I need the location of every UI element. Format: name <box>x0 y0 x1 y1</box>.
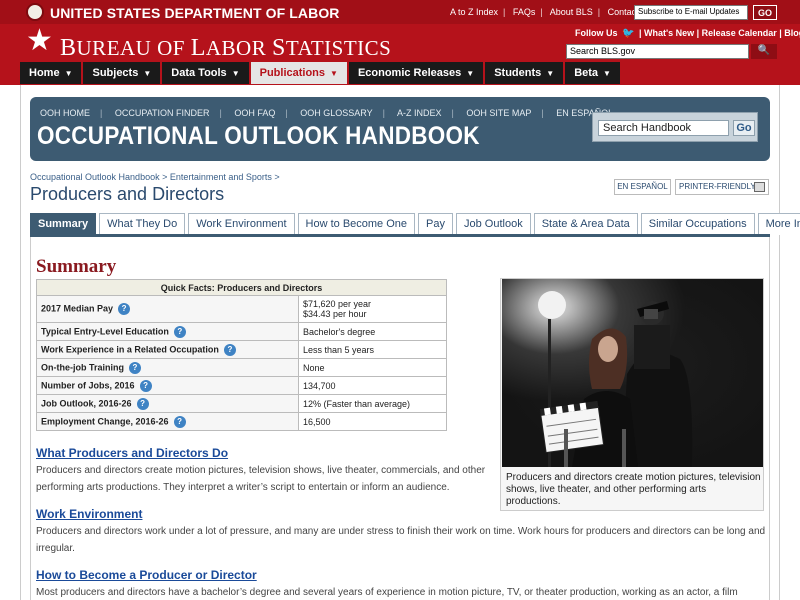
ooh-glossary-link[interactable]: OOH GLOSSARY <box>300 108 372 118</box>
table-row: Number of Jobs, 2016? 134,700 <box>36 376 447 395</box>
caret-down-icon: ▼ <box>546 69 555 78</box>
caret-down-icon: ▼ <box>231 69 240 78</box>
help-icon[interactable]: ? <box>129 361 141 374</box>
help-icon[interactable]: ? <box>173 415 186 428</box>
fact-label[interactable]: On-the-job Training <box>41 362 124 372</box>
tab-what-they-do[interactable]: What They Do <box>99 213 186 235</box>
top-link-faqs[interactable]: FAQs <box>513 7 536 17</box>
page-title: Producers and Directors <box>30 184 225 204</box>
help-icon[interactable]: ? <box>118 303 131 315</box>
caret-down-icon: ▼ <box>143 69 152 78</box>
fact-label[interactable]: Employment Change, 2016-26 <box>41 416 169 426</box>
top-link-about[interactable]: About BLS <box>550 7 593 17</box>
fact-label[interactable]: Typical Entry-Level Education <box>41 326 169 336</box>
quick-facts-title: Quick Facts: Producers and Directors <box>36 279 447 296</box>
section-heading-how-to-become[interactable]: How to Become a Producer or Director <box>36 568 257 582</box>
nav-beta[interactable]: Beta ▼ <box>565 62 620 84</box>
bls-star-icon: ★ <box>26 24 53 57</box>
printer-icon <box>754 182 765 192</box>
section-text-work-environment: Producers and directors work under a lot… <box>36 526 766 554</box>
espanol-button[interactable]: EN ESPAÑOL <box>614 179 671 195</box>
twitter-icon[interactable]: 🐦 <box>622 28 634 39</box>
search-icon[interactable]: 🔍 <box>751 44 777 59</box>
ooh-faq-link[interactable]: OOH FAQ <box>234 108 275 118</box>
section-text-how-to-become: Most producers and directors have a bach… <box>36 587 738 598</box>
breadcrumb: Occupational Outlook Handbook > Entertai… <box>30 172 280 182</box>
tab-pay[interactable]: Pay <box>418 213 453 235</box>
ooh-site-map-link[interactable]: OOH SITE MAP <box>466 108 531 118</box>
handbook-search-go-button[interactable]: Go <box>733 120 755 136</box>
fact-value: Less than 5 years <box>298 340 447 359</box>
fact-label[interactable]: Work Experience in a Related Occupation <box>41 344 219 354</box>
nav-students[interactable]: Students ▼ <box>485 62 564 84</box>
tab-state-area-data[interactable]: State & Area Data <box>533 213 638 235</box>
caret-down-icon: ▼ <box>330 69 338 78</box>
fact-value: Bachelor's degree <box>298 322 447 341</box>
nav-publications[interactable]: Publications ▼ <box>250 62 347 84</box>
summary-heading: Summary <box>36 256 117 277</box>
handbook-search-input[interactable]: Search Handbook <box>598 120 729 136</box>
bls-search-input[interactable]: Search BLS.gov <box>566 44 749 59</box>
ooh-title[interactable]: OCCUPATIONAL OUTLOOK HANDBOOK <box>37 122 480 151</box>
follow-us-link[interactable]: Follow Us <box>575 28 618 38</box>
section-heading-work-environment[interactable]: Work Environment <box>36 507 142 521</box>
tab-work-environment[interactable]: Work Environment <box>188 213 295 235</box>
occupation-finder-link[interactable]: OCCUPATION FINDER <box>115 108 210 118</box>
dol-title[interactable]: UNITED STATES DEPARTMENT OF LABOR <box>50 5 340 21</box>
producers-directors-photo <box>502 279 763 467</box>
caret-down-icon: ▼ <box>64 69 73 78</box>
tab-more-info[interactable]: More Info <box>757 213 800 235</box>
caret-down-icon: ▼ <box>603 69 611 78</box>
table-row: Typical Entry-Level Education? Bachelor'… <box>36 322 447 341</box>
nav-subjects[interactable]: Subjects ▼ <box>83 62 161 84</box>
table-row: Job Outlook, 2016-26? 12% (Faster than a… <box>36 394 447 413</box>
help-icon[interactable]: ? <box>173 325 186 338</box>
a-z-index-link[interactable]: A-Z INDEX <box>397 108 442 118</box>
content-tabs: Summary What They Do Work Environment Ho… <box>30 213 800 235</box>
nav-home[interactable]: Home ▼ <box>20 62 82 84</box>
help-icon[interactable]: ? <box>223 343 236 356</box>
follow-links: Follow Us 🐦 | What's New | Release Calen… <box>575 28 800 39</box>
fact-value: $71,620 per year $34.43 per hour <box>298 295 447 323</box>
tab-summary[interactable]: Summary <box>30 213 97 235</box>
nav-data-tools[interactable]: Data Tools ▼ <box>162 62 249 84</box>
photo-illustration <box>502 279 763 467</box>
ooh-home-link[interactable]: OOH HOME <box>40 108 90 118</box>
follow-links-rest[interactable]: | What's New | Release Calendar | Blog <box>639 28 800 38</box>
fact-value: 12% (Faster than average) <box>298 394 447 413</box>
section-heading-what-they-do[interactable]: What Producers and Directors Do <box>36 446 228 460</box>
tab-how-to-become-one[interactable]: How to Become One <box>297 213 416 235</box>
photo-caption: Producers and directors create motion pi… <box>506 472 761 507</box>
fact-value: None <box>298 358 447 377</box>
nav-economic-releases[interactable]: Economic Releases ▼ <box>348 62 484 84</box>
main-nav: Home ▼ Subjects ▼ Data Tools ▼ Publications… <box>20 62 622 84</box>
fact-label[interactable]: Number of Jobs, 2016 <box>41 380 135 390</box>
fact-value: 16,500 <box>298 412 447 431</box>
breadcrumb-entertainment[interactable]: Entertainment and Sports <box>170 172 272 182</box>
printer-friendly-button[interactable]: PRINTER-FRIENDLY <box>675 179 769 195</box>
section-text-what-they-do: Producers and directors create motion pi… <box>36 465 486 493</box>
help-icon[interactable]: ? <box>136 397 149 410</box>
quick-facts-table: Quick Facts: Producers and Directors 201… <box>36 279 447 431</box>
fact-value: 134,700 <box>298 376 447 395</box>
top-link-a-to-z[interactable]: A to Z Index <box>450 7 498 17</box>
fact-label[interactable]: Job Outlook, 2016-26 <box>41 398 132 408</box>
help-icon[interactable]: ? <box>139 379 152 392</box>
caret-down-icon: ▼ <box>466 69 475 78</box>
table-row: Work Experience in a Related Occupation?… <box>36 340 447 359</box>
ooh-links: OOH HOME | OCCUPATION FINDER | OOH FAQ | OO… <box>40 108 614 118</box>
tab-similar-occupations[interactable]: Similar Occupations <box>640 213 755 235</box>
email-subscribe-input[interactable]: Subscribe to E-mail Updates <box>634 5 748 20</box>
table-row: Employment Change, 2016-26? 16,500 <box>36 412 447 431</box>
dol-seal-icon[interactable] <box>26 3 44 21</box>
bls-title[interactable]: BUREAU OF LABOR STATISTICS <box>60 35 391 62</box>
fact-label[interactable]: 2017 Median Pay <box>41 303 113 313</box>
tab-job-outlook[interactable]: Job Outlook <box>456 213 531 235</box>
breadcrumb-ooh[interactable]: Occupational Outlook Handbook <box>30 172 160 182</box>
table-row: On-the-job Training? None <box>36 358 447 377</box>
email-go-button[interactable]: GO <box>753 5 777 20</box>
table-row: 2017 Median Pay? $71,620 per year $34.43 … <box>36 295 447 323</box>
top-links: A to Z Index | FAQs | About BLS | Contact U… <box>450 7 653 17</box>
